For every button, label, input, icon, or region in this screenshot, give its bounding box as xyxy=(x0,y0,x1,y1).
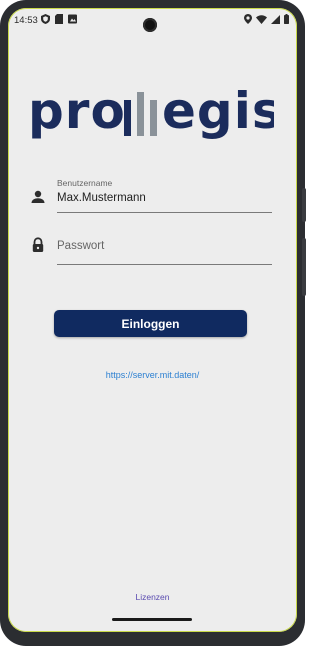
volume-button xyxy=(302,238,306,296)
sim-card-icon xyxy=(55,14,63,24)
status-bar: 14:53 xyxy=(8,8,297,32)
logo-p: pro xyxy=(28,88,126,140)
password-input[interactable]: Passwort xyxy=(57,232,272,265)
licenses-link[interactable]: Lizenzen xyxy=(8,592,297,602)
logo-m-mark xyxy=(124,92,157,136)
gesture-nav-bar[interactable] xyxy=(112,618,192,621)
username-value: Max.Mustermann xyxy=(57,192,146,204)
lock-icon xyxy=(32,237,44,252)
power-button xyxy=(302,188,306,222)
username-field[interactable]: Benutzername Max.Mustermann xyxy=(30,178,272,214)
wifi-icon xyxy=(256,14,267,24)
logo-egis: egis xyxy=(162,88,274,140)
licenses-link-label: Lizenzen xyxy=(135,592,170,602)
username-label: Benutzername xyxy=(57,178,113,188)
app-screen: 14:53 pro egis Benutzername Max.Musterma… xyxy=(8,8,297,632)
media-icon xyxy=(68,14,77,24)
password-field[interactable]: Passwort xyxy=(30,232,272,268)
status-right-icons xyxy=(244,14,289,24)
person-icon xyxy=(31,190,45,203)
location-icon xyxy=(244,14,252,24)
phone-frame: 14:53 pro egis Benutzername Max.Musterma… xyxy=(0,0,306,646)
shield-icon xyxy=(41,14,50,24)
battery-icon xyxy=(284,14,289,24)
server-url-text: https://server.mit.daten/ xyxy=(105,370,200,380)
login-button-label: Einloggen xyxy=(121,316,180,331)
status-time: 14:53 xyxy=(14,15,38,26)
status-left-icons xyxy=(41,14,77,24)
password-placeholder: Passwort xyxy=(57,240,105,252)
signal-icon xyxy=(271,14,280,24)
promegis-logo: pro egis xyxy=(28,82,282,144)
server-url-link[interactable]: https://server.mit.daten/ xyxy=(8,370,297,380)
username-input[interactable]: Benutzername Max.Mustermann xyxy=(57,178,272,213)
promegis-logo-graphic: pro egis xyxy=(28,82,282,140)
login-button[interactable]: Einloggen xyxy=(54,310,247,337)
front-camera xyxy=(143,18,157,32)
